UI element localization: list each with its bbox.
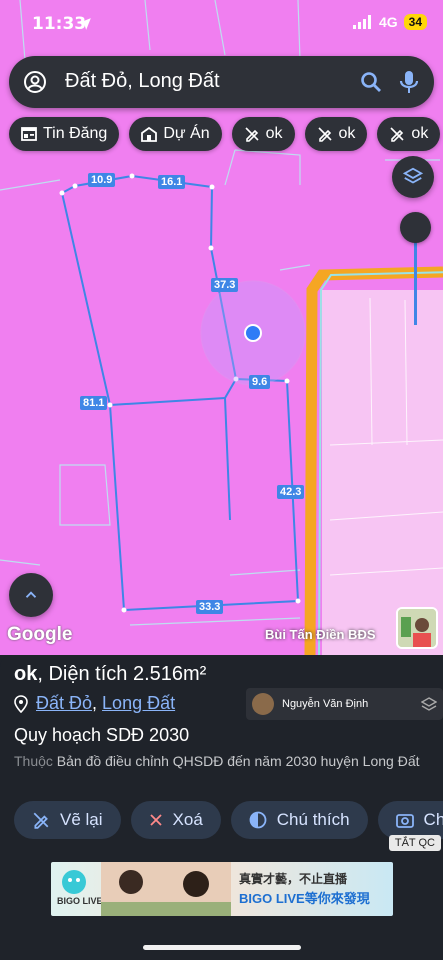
action-label: Vẽ lại — [60, 810, 103, 829]
parcel-location: Đất Đỏ, Long Đất — [14, 693, 175, 714]
home-indicator[interactable] — [143, 945, 301, 950]
chevron-up-icon — [25, 591, 37, 598]
edge-label: 16.1 — [158, 175, 186, 189]
location-separator: , — [92, 693, 103, 713]
network-type: 4G — [378, 14, 398, 30]
pencil-off-icon — [33, 812, 49, 829]
edge-label: 33.3 — [196, 600, 224, 614]
filter-chips: Tin Đăng Dự Án ok ok ok — [9, 117, 441, 151]
chip-label: Tin Đăng — [43, 125, 108, 142]
microphone-icon[interactable] — [397, 69, 421, 95]
redraw-button[interactable]: Vẽ lại — [14, 801, 121, 839]
chip-ok-2[interactable]: ok — [304, 117, 368, 151]
layers-button[interactable] — [392, 156, 434, 198]
legend-button[interactable]: Chú thích — [230, 801, 368, 839]
listing-icon — [21, 127, 37, 141]
pencil-off-icon — [317, 127, 332, 142]
delete-button[interactable]: Xoá — [130, 801, 221, 839]
parcel-title: ok, Diện tích 2.516m² — [14, 663, 206, 686]
signal-icon — [352, 15, 371, 29]
edge-label: 10.9 — [88, 173, 116, 187]
owner-name: Bùi Tấn Điền BĐS — [265, 627, 376, 642]
search-icon[interactable] — [359, 70, 383, 94]
pencil-off-icon — [390, 127, 404, 142]
plan-prefix: Thuộc — [14, 753, 53, 769]
action-label: Chú thích — [276, 810, 350, 829]
area-value: 2.516m² — [132, 663, 207, 685]
ad-line2: BIGO LIVE等你來發現 — [239, 891, 370, 906]
user-avatar — [252, 693, 274, 715]
chip-du-an[interactable]: Dự Án — [129, 117, 222, 151]
chip-label: Dự Án — [163, 125, 210, 142]
project-icon — [141, 126, 158, 142]
chip-label: ok — [338, 125, 356, 142]
parcel-name: ok — [14, 663, 38, 685]
close-icon — [149, 814, 162, 826]
chip-label: ok — [265, 125, 283, 142]
plan-title: Quy hoạch SDĐ 2030 — [14, 725, 190, 745]
action-buttons: Vẽ lại Xoá Chú thích Ch — [14, 801, 443, 839]
edge-label: 42.3 — [277, 485, 305, 499]
chip-ok-1[interactable]: ok — [231, 117, 295, 151]
plan-desc: Bản đồ điều chỉnh QHSDĐ đến năm 2030 huy… — [52, 753, 420, 769]
turn-off-ads-button[interactable]: TẮT QC — [388, 835, 441, 851]
chip-label: ok — [411, 125, 429, 142]
account-icon[interactable] — [23, 70, 47, 94]
capture-button[interactable]: Ch — [377, 801, 443, 839]
ad-banner[interactable]: BIGO LIVE 真實才藝，不止直播 BIGO LIVE等你來發現 — [51, 862, 393, 916]
status-bar: 11:33 4G 34 — [0, 0, 443, 48]
province-link[interactable]: Long Đất — [102, 693, 175, 713]
chip-tin-dang[interactable]: Tin Đăng — [9, 117, 120, 151]
location-arrow-icon — [79, 18, 91, 30]
owner-avatar[interactable] — [396, 607, 438, 649]
ad-image — [101, 862, 231, 916]
zoom-slider-track[interactable] — [414, 230, 417, 325]
zoom-slider-handle[interactable] — [400, 212, 431, 243]
ad-line1: 真實才藝，不止直播 — [239, 872, 348, 886]
expand-panel-button[interactable] — [9, 573, 53, 617]
area-label: , Diện tích — [37, 663, 133, 685]
google-attribution: Google — [7, 624, 73, 645]
edge-label: 9.6 — [249, 375, 271, 389]
pencil-off-icon — [245, 127, 259, 142]
parcel-info-panel: ok, Diện tích 2.516m² Đất Đỏ, Long Đất N… — [0, 655, 443, 960]
search-bar[interactable]: Đất Đỏ, Long Đất — [9, 56, 434, 108]
plan-description: Thuộc Bản đồ điều chỉnh QHSDĐ đến năm 20… — [14, 751, 429, 771]
user-name: Nguyễn Văn Định — [282, 698, 369, 710]
layers-icon — [402, 167, 424, 184]
camera-icon — [395, 814, 414, 828]
status-indicators: 4G 34 — [352, 14, 427, 30]
legend-icon — [249, 811, 267, 829]
bigo-logo-icon — [62, 870, 86, 894]
layers-icon — [421, 697, 437, 711]
battery-level: 34 — [403, 14, 427, 30]
action-label: Ch — [423, 810, 443, 829]
action-label: Xoá — [172, 810, 203, 829]
edge-label: 81.1 — [80, 396, 108, 410]
avatar-image — [398, 609, 436, 647]
ad-brand: BIGO LIVE — [57, 896, 103, 906]
location-pin-icon — [14, 694, 28, 713]
edge-label: 37.3 — [211, 278, 239, 292]
district-link[interactable]: Đất Đỏ — [36, 693, 92, 713]
search-query[interactable]: Đất Đỏ, Long Đất — [65, 70, 220, 93]
chip-ok-3[interactable]: ok — [377, 117, 441, 151]
user-bar[interactable]: Nguyễn Văn Định — [246, 688, 443, 720]
